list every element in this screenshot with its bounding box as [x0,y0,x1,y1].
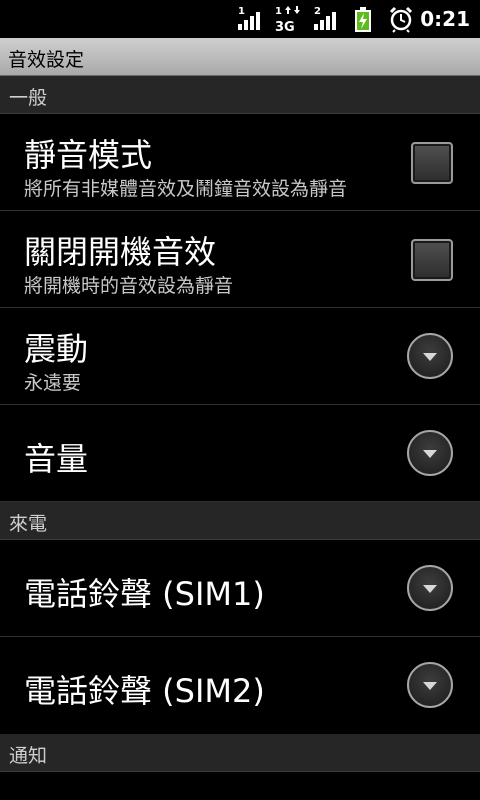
battery-charging-icon [353,4,373,34]
sim1-label: 1 [238,6,245,17]
setting-title: 關閉開機音效 [24,233,217,271]
signal-icon: 1 [236,4,264,34]
chevron-down-icon[interactable] [407,333,453,379]
chevron-down-icon[interactable] [407,430,453,476]
ringtone-sim2-setting[interactable]: 電話鈴聲 (SIM2) [0,637,480,734]
disable-boot-sound-checkbox[interactable] [411,239,453,281]
settings-list: 一般 靜音模式 將所有非媒體音效及鬧鐘音效設為靜音 關閉開機音效 將開機時的音效… [0,76,480,772]
setting-title: 靜音模式 [24,136,153,174]
setting-title: 電話鈴聲 (SIM2) [24,672,265,710]
setting-summary: 永遠要 [24,372,82,394]
setting-title: 電話鈴聲 (SIM1) [24,575,265,613]
setting-summary: 將所有非媒體音效及鬧鐘音效設為靜音 [24,178,348,200]
section-header-notification: 通知 [0,734,480,772]
setting-summary: 將開機時的音效設為靜音 [24,275,234,297]
vibrate-setting[interactable]: 震動 永遠要 [0,308,480,405]
status-bar: 1 1 3G 2 0:21 [0,0,480,38]
silent-mode-setting[interactable]: 靜音模式 將所有非媒體音效及鬧鐘音效設為靜音 [0,114,480,211]
signal-icon: 2 [312,4,340,34]
section-header-label: 來電 [9,513,48,535]
section-header-label: 一般 [9,87,48,109]
network-type-label: 3G [275,20,295,34]
setting-title: 音量 [24,440,89,478]
section-header-incoming-call: 來電 [0,502,480,540]
chevron-down-icon[interactable] [407,565,453,611]
sim3-label: 2 [314,6,321,17]
section-header-label: 通知 [9,745,48,767]
title-bar: 音效設定 [0,38,480,76]
clock-time: 0:21 [420,7,470,31]
setting-title: 震動 [24,330,89,368]
3g-data-icon: 1 3G [274,4,302,35]
section-header-general: 一般 [0,76,480,114]
chevron-down-icon[interactable] [407,662,453,708]
alarm-clock-icon [388,4,414,34]
disable-boot-sound-setting[interactable]: 關閉開機音效 將開機時的音效設為靜音 [0,211,480,308]
sim2-label: 1 [275,6,282,17]
volume-setting[interactable]: 音量 [0,405,480,502]
page-title: 音效設定 [8,49,85,71]
silent-mode-checkbox[interactable] [411,142,453,184]
ringtone-sim1-setting[interactable]: 電話鈴聲 (SIM1) [0,540,480,637]
